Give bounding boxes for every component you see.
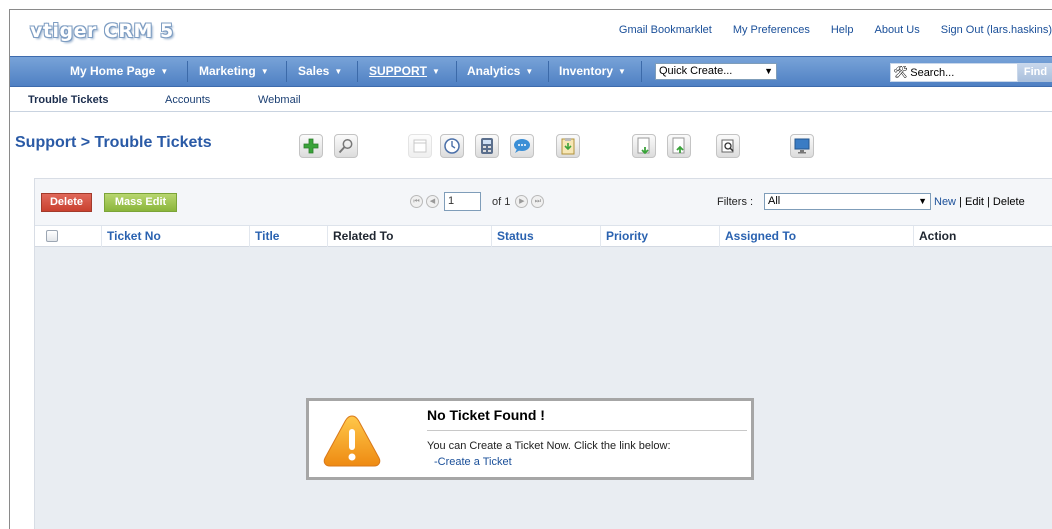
my-preferences-link[interactable]: My Preferences — [733, 24, 810, 36]
quick-create-select[interactable]: Quick Create... ▼ — [655, 63, 777, 80]
pagination: ⏮ ◀ 1 of 1 ▶ ⏭ — [410, 192, 545, 211]
mass-edit-button[interactable]: Mass Edit — [104, 193, 177, 212]
chevron-down-icon: ▼ — [160, 67, 169, 76]
nav-divider — [357, 61, 358, 82]
select-all-checkbox[interactable] — [46, 230, 58, 242]
column-title[interactable]: Title — [249, 226, 327, 247]
calendar-icon[interactable] — [408, 134, 432, 158]
chevron-down-icon: ▼ — [918, 196, 927, 206]
page-title: Support > Trouble Tickets — [15, 134, 212, 151]
sub-nav: Trouble Tickets Accounts Webmail — [10, 88, 1052, 112]
clipboard-icon[interactable] — [556, 134, 580, 158]
help-link[interactable]: Help — [831, 24, 854, 36]
table-header: Ticket No Title Related To Status Priori… — [35, 225, 1052, 247]
chevron-down-icon: ▼ — [334, 67, 343, 76]
chevron-down-icon: ▼ — [764, 66, 773, 76]
page-number-input[interactable]: 1 — [444, 192, 481, 211]
empty-state-message: You can Create a Ticket Now. Click the l… — [427, 440, 671, 452]
nav-divider — [641, 61, 642, 82]
sign-out-link[interactable]: Sign Out (lars.haskins) — [941, 24, 1052, 36]
prev-page-icon[interactable]: ◀ — [426, 195, 439, 208]
column-action: Action — [913, 226, 1052, 247]
nav-marketing[interactable]: Marketing ▼ — [199, 57, 269, 86]
subnav-accounts[interactable]: Accounts — [165, 94, 210, 106]
find-duplicates-icon[interactable] — [716, 134, 740, 158]
chevron-down-icon: ▼ — [525, 67, 534, 76]
nav-divider — [286, 61, 287, 82]
search-input[interactable]: 🛠 Search... — [890, 63, 1018, 82]
column-priority[interactable]: Priority — [600, 226, 719, 247]
next-page-icon[interactable]: ▶ — [515, 195, 529, 208]
clock-icon[interactable] — [440, 134, 464, 158]
page-count: of 1 — [492, 195, 511, 208]
last-page-icon[interactable]: ⏭ — [531, 195, 545, 208]
create-ticket-link[interactable]: -Create a Ticket — [434, 456, 512, 468]
nav-sales[interactable]: Sales ▼ — [298, 57, 342, 86]
nav-analytics[interactable]: Analytics ▼ — [467, 57, 533, 86]
divider — [427, 430, 747, 431]
top-links: Gmail Bookmarklet My Preferences Help Ab… — [598, 24, 1052, 36]
subnav-webmail[interactable]: Webmail — [258, 94, 301, 106]
empty-state-title: No Ticket Found ! — [427, 407, 545, 423]
search-icon[interactable] — [334, 134, 358, 158]
nav-divider — [548, 61, 549, 82]
first-page-icon[interactable]: ⏮ — [410, 195, 423, 208]
chevron-down-icon: ▼ — [260, 67, 269, 76]
find-button[interactable]: Find — [1018, 63, 1052, 82]
main-nav: My Home Page ▼ Marketing ▼ Sales ▼ SUPPORT ▼… — [10, 56, 1052, 87]
filters-label: Filters : — [717, 196, 754, 208]
nav-divider — [456, 61, 457, 82]
nav-support[interactable]: SUPPORT ▼ — [369, 57, 440, 86]
list-actions-bar: Delete Mass Edit ⏮ ◀ 1 of 1 ▶ ⏭ Filters … — [35, 179, 1052, 225]
add-icon[interactable] — [299, 134, 323, 158]
tools-icon: 🛠 — [893, 65, 909, 79]
import-icon[interactable] — [632, 134, 656, 158]
chevron-down-icon: ▼ — [618, 67, 626, 76]
nav-inventory[interactable]: Inventory ▼ — [559, 57, 626, 86]
filter-edit-delete-links[interactable]: | Edit | Delete — [956, 196, 1025, 208]
column-related-to: Related To — [327, 226, 491, 247]
chat-icon[interactable] — [510, 134, 534, 158]
subnav-trouble-tickets[interactable]: Trouble Tickets — [28, 94, 109, 106]
about-us-link[interactable]: About Us — [874, 24, 919, 36]
nav-my-home-page[interactable]: My Home Page ▼ — [70, 57, 168, 86]
export-icon[interactable] — [667, 134, 691, 158]
calculator-icon[interactable] — [475, 134, 499, 158]
filter-new-link[interactable]: New — [934, 196, 956, 208]
filter-select[interactable]: All ▼ — [764, 193, 931, 210]
column-status[interactable]: Status — [491, 226, 600, 247]
monitor-icon[interactable] — [790, 134, 814, 158]
gmail-bookmarklet-link[interactable]: Gmail Bookmarklet — [619, 24, 712, 36]
app-logo: vtiger CRM 5 — [30, 20, 174, 42]
column-ticket-no[interactable]: Ticket No — [101, 226, 249, 247]
chevron-down-icon: ▼ — [432, 67, 440, 76]
warning-icon — [321, 413, 383, 469]
nav-divider — [187, 61, 188, 82]
app-window: vtiger CRM 5 Gmail Bookmarklet My Prefer… — [9, 9, 1052, 529]
filter-actions: New | Edit | Delete — [934, 196, 1025, 208]
delete-button[interactable]: Delete — [41, 193, 92, 212]
empty-state-box: No Ticket Found ! You can Create a Ticke… — [306, 398, 754, 480]
top-header: vtiger CRM 5 Gmail Bookmarklet My Prefer… — [10, 10, 1052, 56]
column-assigned-to[interactable]: Assigned To — [719, 226, 913, 247]
